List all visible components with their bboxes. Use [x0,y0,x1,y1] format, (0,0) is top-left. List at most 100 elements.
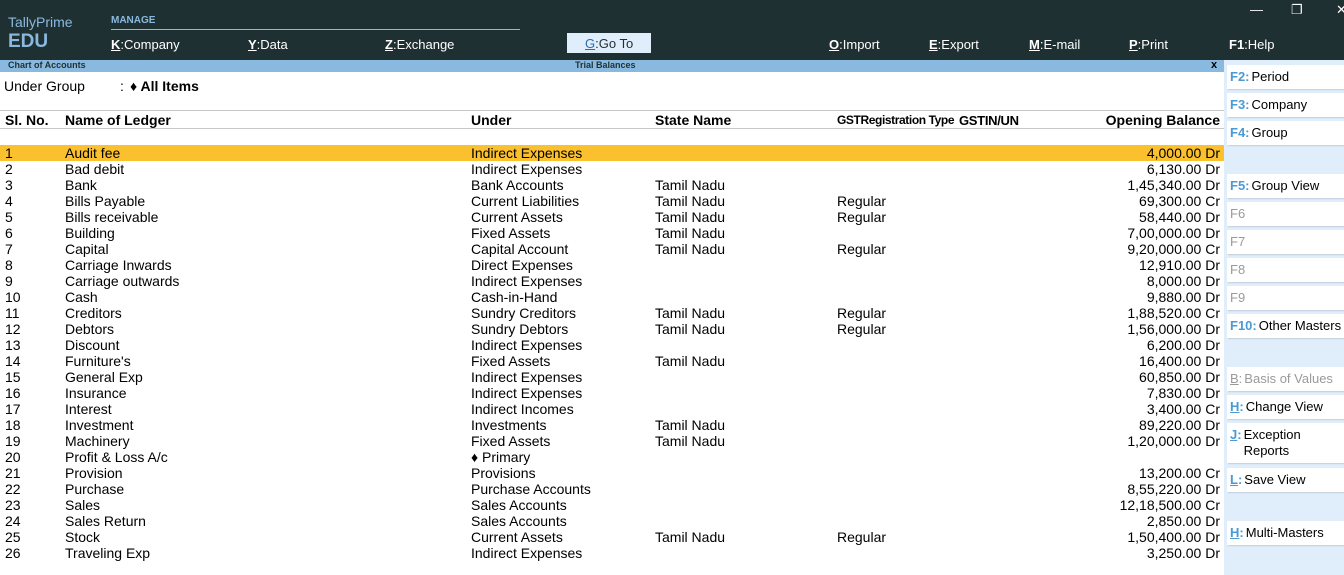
menu-data[interactable]: Y:Data [248,37,288,52]
header-bottom-divider [0,128,1224,129]
table-row[interactable]: 4 Bills Payable Current Liabilities Tamil N… [0,193,1224,209]
menu-print[interactable]: P:Print [1129,37,1168,52]
shortcut-separator: : [1252,318,1257,333]
table-row[interactable]: 16 Insurance Indirect Expenses 7,830.00 Dr [0,385,1224,401]
shortcut-separator: : [1239,399,1244,414]
cell-sl-no: 24 [5,513,21,529]
sidebar-button-save-view[interactable]: L: Save View [1227,468,1344,492]
brand-edition: EDU [8,31,49,52]
table-row[interactable]: 21 Provision Provisions 13,200.00 Cr [0,465,1224,481]
table-row[interactable]: 2 Bad debit Indirect Expenses 6,130.00 Dr [0,161,1224,177]
cell-under: Purchase Accounts [471,481,591,497]
sidebar-button-other-masters[interactable]: F10: Other Masters [1227,314,1344,338]
sidebar-button-f6: F6 [1227,202,1344,226]
sidebar-button-company[interactable]: F3: Company [1227,93,1344,117]
table-row[interactable]: 18 Investment Investments Tamil Nadu 89,220.… [0,417,1224,433]
table-row[interactable]: 22 Purchase Purchase Accounts 8,55,220.00 D… [0,481,1224,497]
filter-label: Under Group [4,78,85,94]
table-row[interactable]: 6 Building Fixed Assets Tamil Nadu 7,00,000.… [0,225,1224,241]
cell-ledger-name: Discount [65,337,120,353]
report-title-bar: Chart of Accounts Trial Balances x [0,59,1224,72]
cell-opening-balance: 8,000.00 Dr [1146,273,1220,289]
table-row[interactable]: 13 Discount Indirect Expenses 6,200.00 Dr [0,337,1224,353]
cell-ledger-name: Machinery [65,433,130,449]
sidebar-button-f7: F7 [1227,230,1344,254]
report-breadcrumb: Chart of Accounts [8,60,86,70]
table-row[interactable]: 5 Bills receivable Current Assets Tamil Nad… [0,209,1224,225]
report-title: Trial Balances [575,60,636,70]
menu-exchange[interactable]: Z:Exchange [385,37,454,52]
menu-export[interactable]: E:Export [929,37,979,52]
button-bar: F2: Period F3: Company F4: Group F5: Group View… [1224,60,1344,575]
table-row[interactable]: 14 Furniture's Fixed Assets Tamil Nadu 16,40… [0,353,1224,369]
minimize-icon[interactable]: — [1250,2,1263,17]
sidebar-button-exception-reports[interactable]: J: Exception Reports [1227,423,1344,463]
table-row[interactable]: 1 Audit fee Indirect Expenses 4,000.00 Dr [0,145,1224,161]
table-row[interactable]: 9 Carriage outwards Indirect Expenses 8,000… [0,273,1224,289]
menu-company[interactable]: K:Company [111,37,180,52]
menu-import[interactable]: O:Import [829,37,880,52]
menu-help[interactable]: F1:Help [1229,37,1275,52]
sidebar-button-group[interactable]: F4: Group [1227,121,1344,145]
col-header-state: State Name [655,112,732,128]
menu-email[interactable]: M:E-mail [1029,37,1080,52]
cell-sl-no: 23 [5,497,21,513]
table-row[interactable]: 7 Capital Capital Account Tamil Nadu Regular… [0,241,1224,257]
cell-opening-balance: 12,18,500.00 Cr [1119,497,1220,513]
shortcut-separator: : [1245,178,1250,193]
cell-under: Indirect Expenses [471,385,583,401]
sidebar-button-change-view[interactable]: H: Change View [1227,395,1344,419]
cell-sl-no: 8 [5,257,13,273]
table-row[interactable]: 23 Sales Sales Accounts 12,18,500.00 Cr [0,497,1224,513]
table-row[interactable]: 25 Stock Current Assets Tamil Nadu Regular 1,… [0,529,1224,545]
cell-ledger-name: Bills Payable [65,193,146,209]
close-report-icon[interactable]: x [1211,59,1217,71]
table-row[interactable]: 15 General Exp Indirect Expenses 60,850.00 … [0,369,1224,385]
top-bar: TallyPrime EDU MANAGE K:Company Y:Data Z… [0,0,1344,60]
table-row[interactable]: 17 Interest Indirect Incomes 3,400.00 Cr [0,401,1224,417]
cell-sl-no: 12 [5,321,21,337]
table-row[interactable]: 8 Carriage Inwards Direct Expenses 12,910.0… [0,257,1224,273]
table-row[interactable]: 10 Cash Cash-in-Hand 9,880.00 Dr [0,289,1224,305]
cell-opening-balance: 1,50,400.00 Dr [1127,529,1220,545]
close-window-icon[interactable]: ✕ [1336,2,1344,18]
cell-sl-no: 21 [5,465,21,481]
table-row[interactable]: 12 Debtors Sundry Debtors Tamil Nadu Regular… [0,321,1224,337]
sidebar-button-period[interactable]: F2: Period [1227,65,1344,89]
cell-opening-balance: 8,55,220.00 Dr [1127,481,1220,497]
cell-under: Indirect Expenses [471,545,583,561]
menu-goto[interactable]: G:Go To [567,33,652,53]
table-row[interactable]: 11 Creditors Sundry Creditors Tamil Nadu Reg… [0,305,1224,321]
sidebar-button-multi-masters[interactable]: H: Multi-Masters [1227,521,1344,545]
sidebar-button-group-view[interactable]: F5: Group View [1227,174,1344,198]
menu-label: Exchange [396,37,455,52]
table-row[interactable]: 19 Machinery Fixed Assets Tamil Nadu 1,20,00… [0,433,1224,449]
restore-icon[interactable]: ❐ [1291,2,1303,18]
shortcut-key: F5 [1230,178,1246,193]
cell-under: Current Assets [471,529,563,545]
cell-sl-no: 7 [5,241,13,257]
cell-under: Investments [471,417,547,433]
table-row[interactable]: 24 Sales Return Sales Accounts 2,850.00 Dr [0,513,1224,529]
table-row[interactable]: 20 Profit & Loss A/c ♦ Primary [0,449,1224,465]
filter-value[interactable]: ♦ All Items [130,78,199,94]
cell-state: Tamil Nadu [655,177,726,193]
cell-ledger-name: Investment [65,417,134,433]
table-row[interactable]: 26 Traveling Exp Indirect Expenses 3,250.00… [0,545,1224,561]
cell-ledger-name: General Exp [65,369,143,385]
shortcut-key: H [1230,399,1240,414]
table-row[interactable]: 3 Bank Bank Accounts Tamil Nadu 1,45,340.00 … [0,177,1224,193]
cell-ledger-name: Bank [65,177,97,193]
cell-ledger-name: Capital [65,241,109,257]
cell-opening-balance: 9,20,000.00 Cr [1127,241,1220,257]
cell-opening-balance: 9,880.00 Dr [1146,289,1220,305]
shortcut-key: F4 [1230,125,1246,140]
cell-ledger-name: Creditors [65,305,122,321]
menu-key: F1 [1229,37,1245,52]
cell-state: Tamil Nadu [655,529,726,545]
cell-gst-type: Regular [837,305,887,321]
cell-ledger-name: Audit fee [65,145,121,161]
manage-section-label: MANAGE [111,15,156,26]
cell-opening-balance: 1,45,340.00 Dr [1127,177,1220,193]
cell-ledger-name: Sales Return [65,513,146,529]
